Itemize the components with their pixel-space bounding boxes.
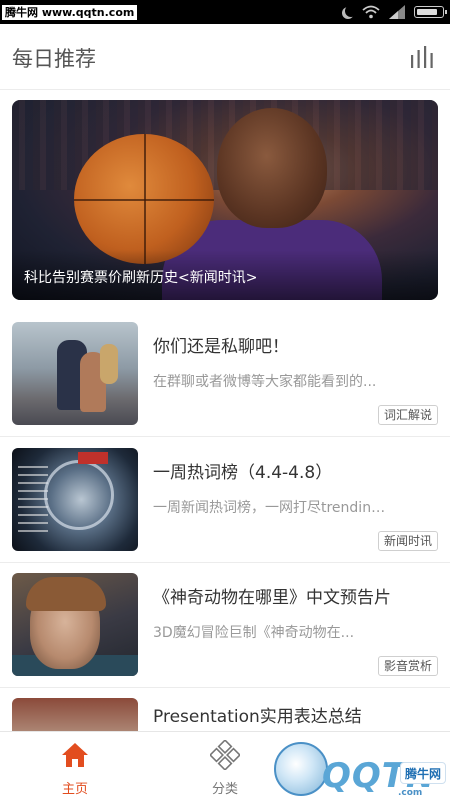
watermark-sub: .com xyxy=(398,788,423,798)
banner-player xyxy=(217,108,327,228)
article-title: 《神奇动物在哪里》中文预告片 xyxy=(153,588,391,608)
watermark-label: 腾牛网 www.qqtn.com xyxy=(2,5,138,20)
basketball-graphic xyxy=(74,134,214,264)
list-item[interactable]: 《神奇动物在哪里》中文预告片 3D魔幻冒险巨制《神奇动物在... 影音赏析 xyxy=(0,563,450,688)
list-item[interactable]: 你们还是私聊吧！ 在群聊或者微博等大家都能看到的... 词汇解说 xyxy=(0,312,450,437)
article-title: Presentation实用表达总结 xyxy=(153,707,362,727)
status-bar: 腾牛网 www.qqtn.com xyxy=(0,0,450,24)
banner-caption-overlay: 科比告别赛票价刷新历史<新闻时讯> xyxy=(12,250,438,300)
category-tag[interactable]: 影音赏析 xyxy=(377,656,438,676)
category-tag[interactable]: 新闻时讯 xyxy=(377,531,438,551)
article-thumbnail xyxy=(12,448,138,551)
article-thumbnail xyxy=(12,322,138,425)
list-item[interactable]: 一周热词榜（4.4-4.8） 一周新闻热词榜，一网打尽trending... 新… xyxy=(0,438,450,563)
nav-label-home: 主页 xyxy=(61,782,88,797)
status-icons xyxy=(341,4,447,20)
article-thumbnail xyxy=(12,573,138,676)
signal-icon xyxy=(389,5,405,19)
wifi-icon xyxy=(362,5,380,19)
article-title: 你们还是私聊吧！ xyxy=(153,337,289,357)
nav-label-category: 分类 xyxy=(211,782,238,797)
featured-banner[interactable]: 科比告别赛票价刷新历史<新闻时讯> xyxy=(12,100,438,300)
home-icon xyxy=(62,743,88,767)
article-description: 3D魔幻冒险巨制《神奇动物在... xyxy=(153,625,355,641)
category-tag[interactable]: 词汇解说 xyxy=(377,405,438,425)
banner-caption: 科比告别赛票价刷新历史<新闻时讯> xyxy=(24,270,258,286)
nav-item-home[interactable]: 主页 xyxy=(35,740,115,798)
article-description: 一周新闻热词榜，一网打尽trending... xyxy=(153,500,388,516)
page-title: 每日推荐 xyxy=(12,47,96,71)
watermark-disc xyxy=(274,742,328,796)
article-title: 一周热词榜（4.4-4.8） xyxy=(153,463,333,483)
equalizer-icon[interactable] xyxy=(410,46,436,68)
watermark-logo: 腾牛网 xyxy=(399,762,446,784)
app-header: 每日推荐 xyxy=(0,24,450,90)
corner-watermark: QQTN 腾牛网 .com xyxy=(272,738,450,800)
battery-icon xyxy=(414,6,447,18)
nav-item-category[interactable]: 分类 xyxy=(185,740,265,798)
category-icon xyxy=(210,740,240,770)
article-description: 在群聊或者微博等大家都能看到的... xyxy=(153,374,377,390)
moon-icon xyxy=(345,5,357,17)
